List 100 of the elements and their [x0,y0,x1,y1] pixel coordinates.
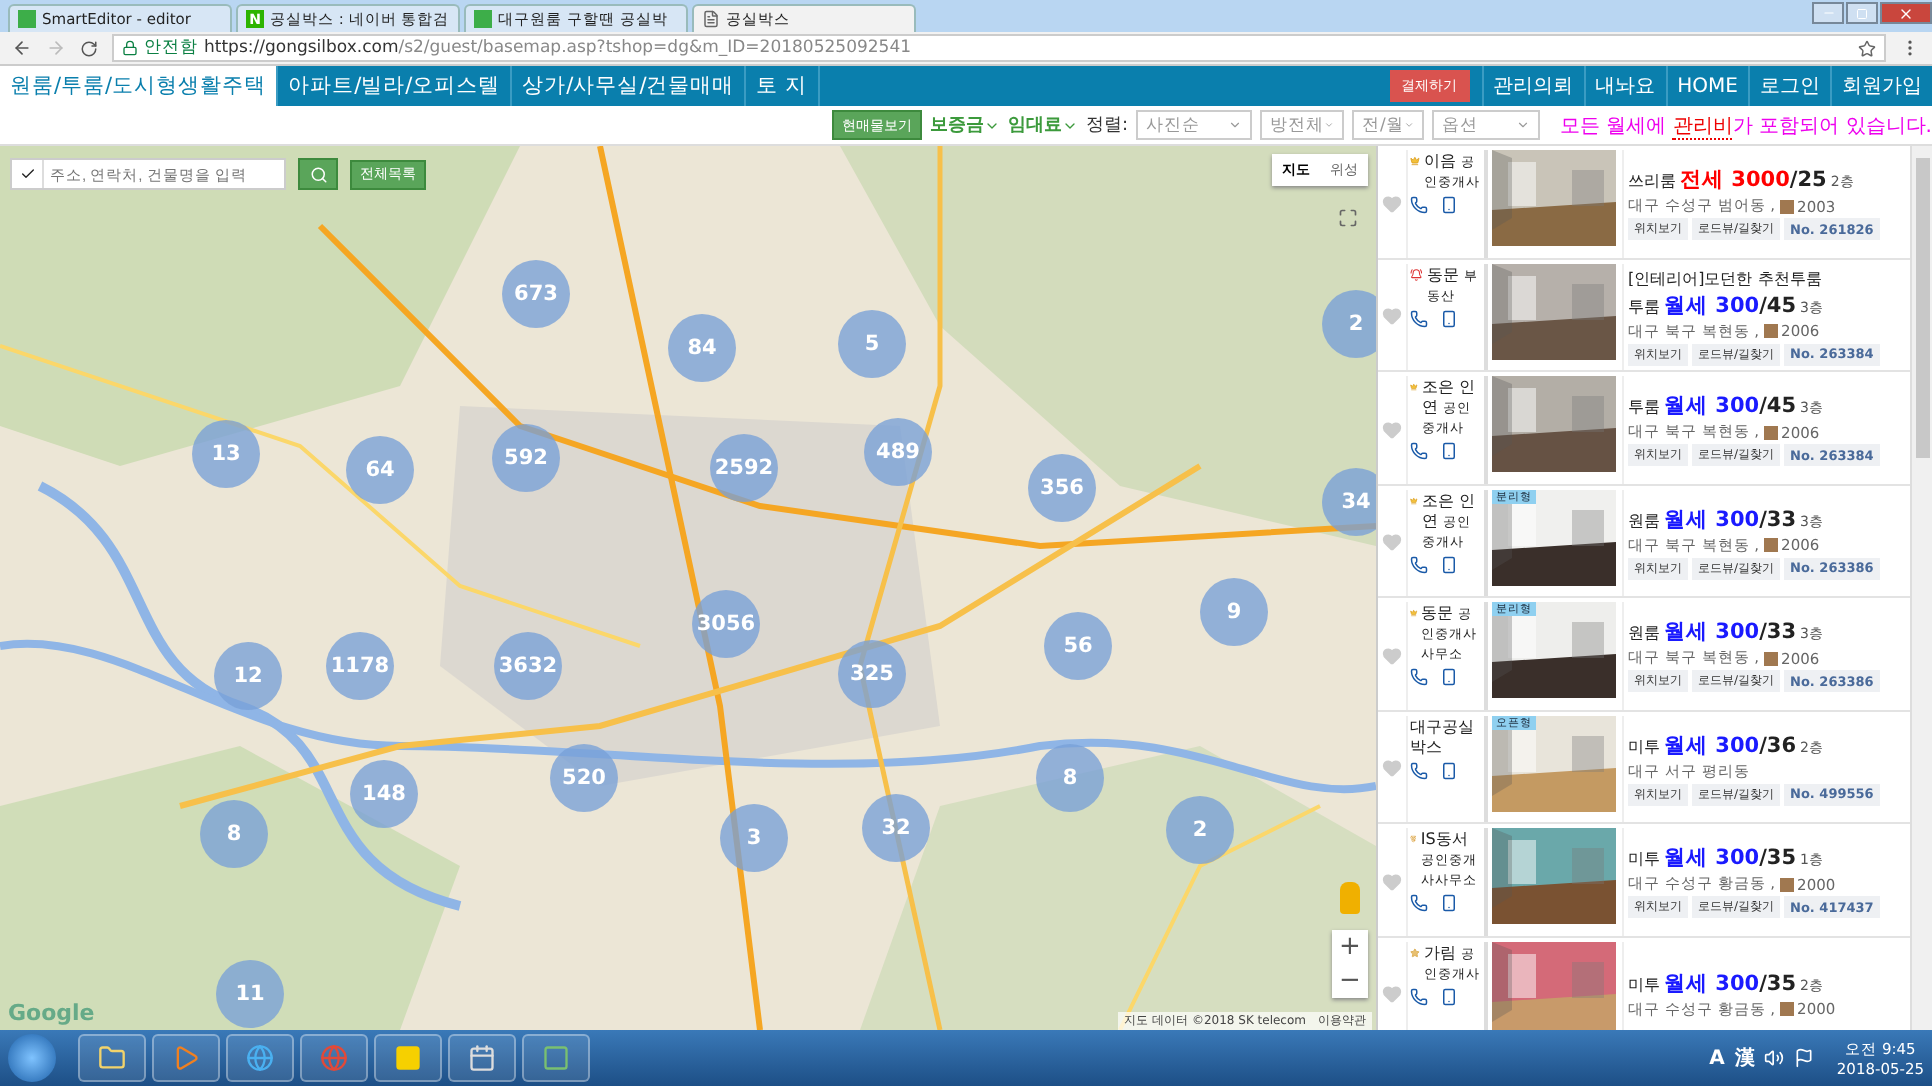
taskbar-icon[interactable] [152,1034,220,1082]
search-icon [309,165,327,183]
url-text: https://gongsilbox.com/s2/guest/basemap.asp?tshop=dg&m_ID=20180525092541 [204,38,912,58]
room-type: 원룸 [1628,509,1660,532]
taskbar-icon[interactable] [300,1034,368,1082]
flag-icon[interactable] [1794,1048,1815,1068]
building-icon [1763,538,1778,553]
mobile-icon[interactable] [1440,761,1458,779]
mobile-icon[interactable] [1440,987,1458,1005]
caret-icon [1228,118,1243,132]
close-icon [1898,5,1914,21]
mobile-icon[interactable] [1440,555,1458,573]
mobile-icon[interactable] [1440,894,1458,912]
tray-text[interactable]: 漢 [1734,1044,1755,1072]
price-text: 월세 300/45 [1664,291,1797,320]
maximize-button[interactable] [1846,2,1878,24]
reload-icon[interactable] [80,39,98,57]
price-text: 월세 300/45 [1664,392,1797,421]
taskbar-icon[interactable] [522,1034,590,1082]
mobile-icon[interactable] [1440,668,1458,686]
nav-link[interactable]: 관리의뢰 [1481,66,1584,106]
select-field[interactable]: 방전체 [1260,110,1345,140]
price-text: 월세 300/33 [1664,505,1797,534]
page-icon [702,10,720,28]
price-text: 월세 300/35 [1664,969,1797,998]
minimize-button[interactable] [1812,2,1844,24]
select-field[interactable]: 옵션 [1432,110,1541,140]
price-text: 월세 300/33 [1664,618,1797,647]
category-tab[interactable]: 토 지 [746,66,820,106]
taskbar-icon[interactable] [374,1034,442,1082]
phone-icon[interactable] [1410,442,1428,460]
caret-icon [1516,118,1531,132]
check-icon [19,166,35,182]
sort-label: 정렬: [1086,114,1129,138]
select-field[interactable]: 사진순 [1136,110,1253,140]
phone-icon[interactable] [1410,987,1428,1005]
crown-icon [1410,152,1420,170]
zoom-out-button[interactable]: − [1332,964,1368,998]
caret-icon [1403,118,1415,132]
category-tab[interactable]: 상가/사무실/건물매매 [512,66,747,106]
agent-name: 대구공실박스 [1410,717,1476,757]
editor-favicon [474,10,492,28]
nav-link[interactable]: 로그인 [1748,66,1830,106]
caret-icon [1324,118,1335,132]
start-button[interactable] [8,1034,56,1082]
phone-icon[interactable] [1410,761,1428,779]
listing-title: [인테리어]모던한 추천투룸 [1628,267,1824,290]
nav-link[interactable]: 회원가입 [1830,66,1932,106]
phone-icon[interactable] [1410,894,1428,912]
building-icon [1763,324,1778,339]
maximize-icon [1856,7,1868,19]
tray-text[interactable]: A [1709,1047,1725,1069]
category-tab[interactable]: 아파트/빌라/오피스텔 [278,66,513,106]
category-tab[interactable]: 원룸/투룸/도시형생활주택 [0,66,279,106]
room-type: 미투 [1628,735,1660,758]
close-button[interactable] [1880,2,1932,24]
taskbar-icon[interactable] [448,1034,516,1082]
nav-link[interactable]: 내놔요 [1583,66,1666,106]
phone-icon[interactable] [1410,668,1428,686]
volume-icon[interactable] [1764,1048,1785,1068]
mobile-icon[interactable] [1440,196,1458,214]
filter-dropdown[interactable]: 임대료 [1008,112,1078,138]
price-text: 전세 3000/25 [1680,166,1827,195]
star-icon [1410,943,1420,961]
bookmark-icon[interactable] [1858,39,1876,57]
filter-dropdown[interactable]: 보증금 [930,112,1000,138]
map-logo: Google [8,1000,95,1026]
minimize-icon [1821,6,1835,20]
fullscreen-icon[interactable] [1336,206,1360,230]
editor-favicon [18,10,36,28]
phone-icon[interactable] [1410,555,1428,573]
search-button[interactable] [298,158,338,190]
mobile-icon[interactable] [1440,442,1458,460]
lock-icon [122,40,138,56]
back-icon[interactable] [12,38,32,58]
room-type: 원룸 [1628,622,1660,645]
building-icon [1779,199,1794,214]
price-text: 월세 300/36 [1664,731,1797,760]
price-text: 월세 300/35 [1664,844,1797,873]
phone-icon[interactable] [1410,309,1428,327]
room-type: 미투 [1628,973,1660,996]
scrollbar-thumb[interactable] [1915,158,1929,458]
building-icon [1763,425,1778,440]
zoom-in-button[interactable]: + [1332,930,1368,964]
room-type: 쓰리룸 [1628,170,1676,193]
taskbar-icon[interactable] [226,1034,294,1082]
room-type: 투룸 [1628,396,1660,419]
building-icon [1763,651,1778,666]
select-field[interactable]: 전/월 [1352,110,1425,140]
nav-link[interactable]: HOME [1665,66,1748,106]
mobile-icon[interactable] [1440,309,1458,327]
room-type: 미투 [1628,848,1660,871]
notice-text: 모든 월세에 관리비가 포함되어 있습니다. [1560,113,1932,139]
phone-icon[interactable] [1410,196,1428,214]
bell-icon [1410,265,1423,283]
address-bar[interactable]: 안전함 https://gongsilbox.com/s2/guest/basemap.asp?tshop=dg&m_ID=20180525092541 [112,34,1886,62]
taskbar-icon[interactable] [78,1034,146,1082]
building-icon [1779,1002,1794,1017]
building-icon [1779,877,1794,892]
security-label: 안전함 [144,36,198,60]
